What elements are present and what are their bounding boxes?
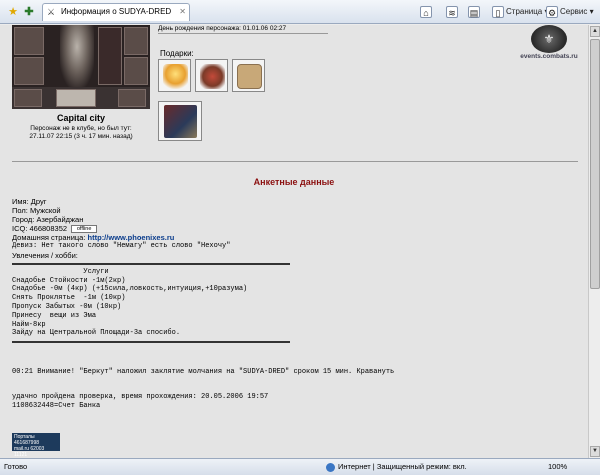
info-icq: ICQ: 466808352 offline	[12, 224, 462, 234]
status-ready: Готово	[4, 462, 28, 471]
print-button[interactable]: ▤	[468, 5, 482, 19]
status-bar: Готово Интернет | Защищенный режим: вкл.…	[0, 458, 600, 475]
tools-menu-button[interactable]: ⚙ Сервис ▾	[546, 5, 594, 19]
candle-icon	[163, 64, 188, 89]
home-icon: ⌂	[420, 5, 432, 18]
hobbies-divider-top	[12, 262, 290, 265]
equipment-slot-helmet[interactable]	[14, 27, 44, 55]
info-motto: Девиз: Нет такого слово "Немагу" есть сл…	[12, 242, 231, 251]
services-text: Услуги Снадобье Стойкости -1м(2кр) Снадо…	[12, 267, 248, 338]
security-zone[interactable]: Интернет | Защищенный режим: вкл.	[326, 459, 467, 475]
rocking-horse-icon	[200, 64, 225, 89]
shield-icon: ⚜	[531, 25, 567, 53]
browser-toolbar: ★ ✚ ⚔ Информация о SUDYA-DRED ✕ ⌂ ≋ ▤ ▯ С…	[0, 0, 600, 24]
feeds-button[interactable]: ≋	[446, 5, 460, 19]
birthday-text: День рождения персонажа: 01.01.06 02:27	[158, 25, 328, 34]
character-avatar[interactable]	[60, 25, 94, 87]
vertical-scrollbar[interactable]: ▲ ▼	[588, 25, 600, 458]
equipment-slot-shield[interactable]	[124, 57, 148, 85]
security-zone-text: Интернет | Защищенный режим: вкл.	[338, 462, 467, 471]
equipment-slot-weapon[interactable]	[98, 27, 122, 85]
zoom-level[interactable]: 100%	[548, 459, 567, 475]
browser-tab[interactable]: ⚔ Информация о SUDYA-DRED ✕	[42, 3, 190, 21]
character-city: Capital city	[56, 113, 105, 123]
page-content: Capital city Персонаж не в клубе, но был…	[0, 25, 588, 458]
gift-item-card[interactable]	[158, 101, 202, 141]
equipment-slot-ring[interactable]	[124, 27, 148, 55]
counter-line1: Порталы 461687998	[14, 434, 40, 446]
gift-item-package[interactable]	[232, 59, 265, 92]
gift-item-candle[interactable]	[158, 59, 191, 92]
gifts-label: Подарки:	[160, 49, 194, 58]
check-line: удачно пройдена проверка, время прохожде…	[12, 392, 269, 401]
package-icon	[237, 64, 262, 89]
last-seen-line2: 27.11.07 22:15 (3 ч. 17 мин. назад)	[29, 133, 133, 140]
equipment-bottom-row	[12, 87, 150, 109]
character-last-seen: Персонаж не в клубе, но был тут: 27.11.0…	[12, 125, 150, 141]
page-menu-button[interactable]: ▯Страница ▾	[492, 5, 549, 19]
close-icon[interactable]: ✕	[179, 7, 186, 16]
last-seen-line1: Персонаж не в клубе, но был тут:	[30, 125, 132, 132]
events-banner[interactable]: ⚜ events.combats.ru	[520, 25, 578, 65]
silence-log: 00:21 Внимание! "Беркут" наложил закляти…	[12, 368, 395, 377]
hobbies-divider-bottom	[12, 341, 290, 344]
clan-emblem[interactable]	[56, 89, 96, 107]
info-city: Город: Азербайджан	[12, 215, 84, 224]
icq-number: ICQ: 466808352	[12, 224, 68, 233]
mailru-counter[interactable]: Порталы 461687998 mail.ru 62003 11121	[12, 433, 60, 458]
info-gender: Пол: Мужской	[12, 206, 61, 215]
equipment-slot-boots[interactable]	[118, 89, 146, 107]
info-name: Имя: Друг	[12, 197, 47, 206]
equipment-slot-armor[interactable]	[14, 57, 44, 85]
globe-icon	[326, 462, 335, 472]
gear-icon: ⚙	[546, 5, 558, 18]
scroll-up-arrow-icon[interactable]: ▲	[590, 26, 600, 37]
section-title: Анкетные данные	[253, 177, 335, 187]
tools-menu-label: Сервис	[560, 7, 588, 16]
card-icon	[164, 105, 197, 138]
profile-details: Имя: Друг Пол: Мужской Город: Азербайджа…	[12, 197, 462, 411]
page-icon: ⚔	[47, 7, 56, 17]
icq-status-badge: offline	[71, 225, 98, 234]
page-menu-label: Страница	[506, 7, 543, 16]
homepage-label: Домашняя страница:	[12, 233, 88, 243]
add-favorite-icon[interactable]: ✚	[22, 5, 36, 19]
character-equipment-panel	[12, 25, 150, 87]
scroll-thumb[interactable]	[590, 39, 600, 289]
scroll-down-arrow-icon[interactable]: ▼	[590, 446, 600, 457]
info-homepage: Домашняя страница: http://www.phoenixes.…	[12, 233, 462, 242]
homepage-link[interactable]: http://www.phoenixes.ru	[88, 233, 175, 242]
home-button[interactable]: ⌂	[420, 5, 434, 19]
favorites-star-icon[interactable]: ★	[6, 5, 20, 19]
printer-icon: ▤	[468, 5, 480, 18]
events-banner-text: events.combats.ru	[520, 53, 578, 60]
bank-line: 1108632448=Счет Банка	[12, 401, 101, 410]
page-icon: ▯	[492, 5, 504, 18]
tab-title: Информация о SUDYA-DRED	[61, 7, 172, 16]
info-hobbies-label: Увлечения / хобби:	[12, 250, 78, 260]
feed-icon: ≋	[446, 5, 458, 18]
gift-item-rocking-horse[interactable]	[195, 59, 228, 92]
equipment-slot-belt[interactable]	[14, 89, 42, 107]
divider	[12, 161, 578, 162]
